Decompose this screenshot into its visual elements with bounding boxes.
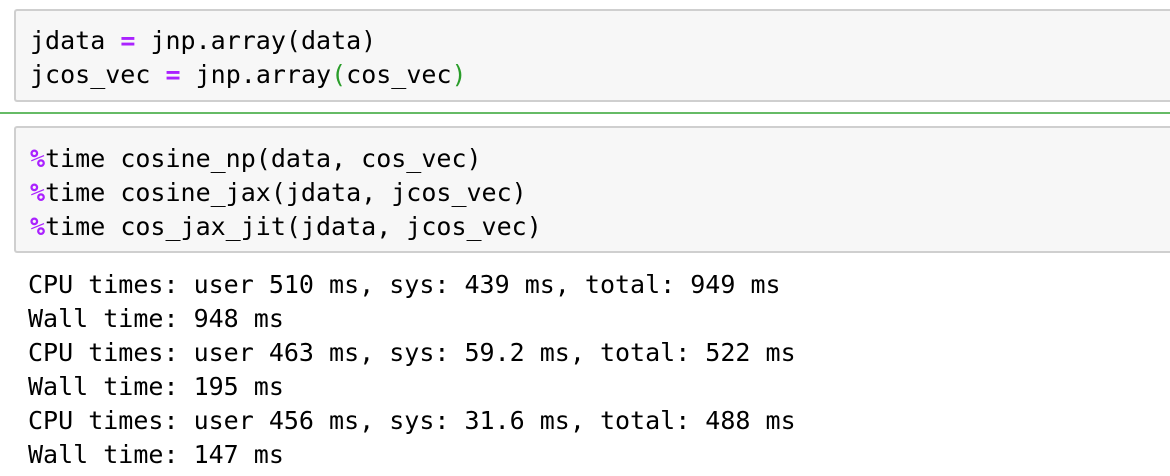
matched-open-paren: ( bbox=[331, 60, 347, 89]
code-cell-input-2[interactable]: %time cosine_np(data, cos_vec) %time cos… bbox=[14, 126, 1170, 253]
output-line: CPU times: user 463 ms, sys: 59.2 ms, to… bbox=[28, 338, 796, 367]
selected-cell-divider bbox=[0, 112, 1170, 114]
function-call: jnp.array bbox=[195, 60, 332, 89]
matched-close-paren: ) bbox=[451, 60, 467, 89]
output-line: CPU times: user 456 ms, sys: 31.6 ms, to… bbox=[28, 406, 796, 435]
variable-name: jcos_vec bbox=[30, 60, 151, 89]
magic-prefix: % bbox=[30, 212, 46, 241]
cell-output: CPU times: user 510 ms, sys: 439 ms, tot… bbox=[28, 268, 796, 472]
magic-command: time cosine_np(data, cos_vec) bbox=[45, 144, 482, 173]
expression: jnp.array(data) bbox=[150, 26, 377, 55]
argument: cos_vec bbox=[346, 60, 452, 89]
output-line: CPU times: user 510 ms, sys: 439 ms, tot… bbox=[28, 270, 781, 299]
magic-prefix: % bbox=[30, 144, 46, 173]
code-line: %time cosine_jax(jdata, jcos_vec) bbox=[30, 176, 527, 210]
code-line: jdata = jnp.array(data) bbox=[30, 24, 376, 58]
output-line: Wall time: 147 ms bbox=[28, 440, 284, 469]
magic-command: time cos_jax_jit(jdata, jcos_vec) bbox=[45, 212, 542, 241]
notebook-page: jdata = jnp.array(data) jcos_vec = jnp.a… bbox=[0, 0, 1170, 476]
code-cell-input-1[interactable]: jdata = jnp.array(data) jcos_vec = jnp.a… bbox=[14, 9, 1170, 102]
output-line: Wall time: 195 ms bbox=[28, 372, 284, 401]
output-line: Wall time: 948 ms bbox=[28, 304, 284, 333]
variable-name: jdata bbox=[30, 26, 106, 55]
code-line: %time cos_jax_jit(jdata, jcos_vec) bbox=[30, 210, 542, 244]
assign-operator: = bbox=[165, 60, 181, 89]
assign-operator: = bbox=[120, 26, 136, 55]
magic-command: time cosine_jax(jdata, jcos_vec) bbox=[45, 178, 527, 207]
code-line: %time cosine_np(data, cos_vec) bbox=[30, 142, 482, 176]
code-line: jcos_vec = jnp.array(cos_vec) bbox=[30, 58, 467, 92]
magic-prefix: % bbox=[30, 178, 46, 207]
